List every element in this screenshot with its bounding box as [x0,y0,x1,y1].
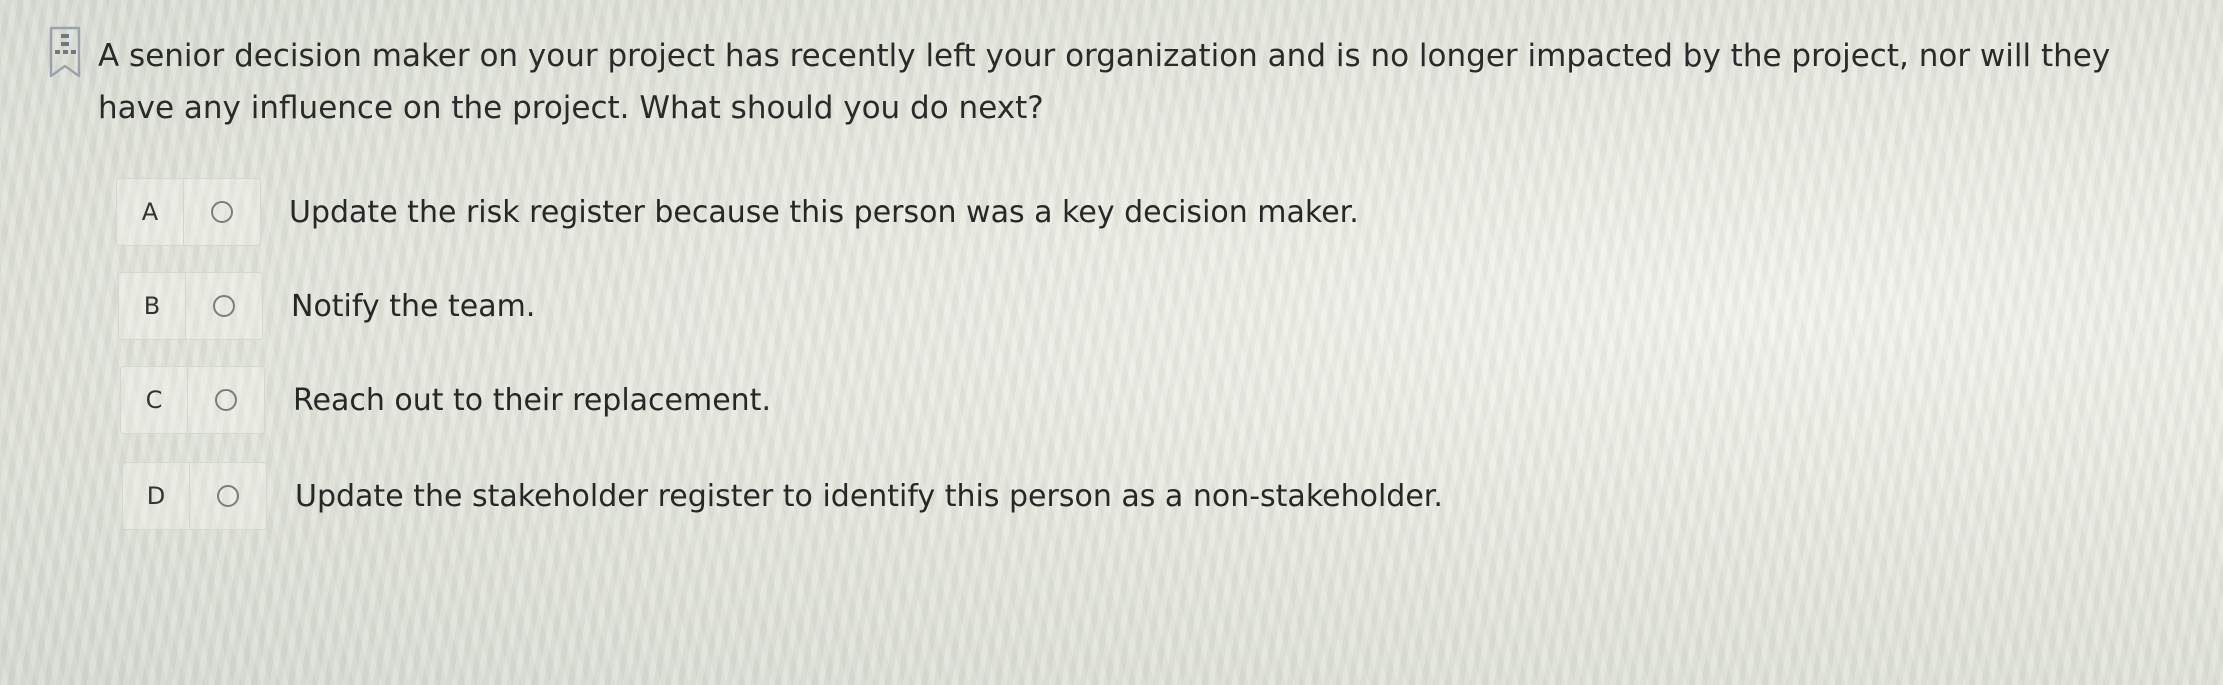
option-letter: D [123,463,190,529]
radio-button-icon [211,201,233,223]
flag-for-review-button[interactable] [45,24,85,82]
option-selector[interactable]: A [116,178,261,246]
option-selector[interactable]: D [122,462,267,530]
option-letter: C [121,367,188,433]
bookmark-flag-icon [49,26,81,78]
radio-button[interactable] [186,273,262,339]
answer-option-c[interactable]: C Reach out to their replacement. [120,366,771,434]
option-selector[interactable]: B [118,272,263,340]
radio-button-icon [213,295,235,317]
option-text[interactable]: Reach out to their replacement. [293,383,771,418]
option-letter: B [119,273,186,339]
question-text: A senior decision maker on your project … [98,38,2111,126]
radio-button[interactable] [184,179,260,245]
radio-button-icon [215,389,237,411]
radio-button[interactable] [188,367,264,433]
answer-option-d[interactable]: D Update the stakeholder register to ide… [122,462,1443,530]
radio-button[interactable] [190,463,266,529]
option-selector[interactable]: C [120,366,265,434]
option-text[interactable]: Notify the team. [291,289,535,324]
radio-button-icon [217,485,239,507]
option-text[interactable]: Update the risk register because this pe… [289,195,1359,230]
option-letter: A [117,179,184,245]
answer-option-a[interactable]: A Update the risk register because this … [116,178,1359,246]
answer-option-b[interactable]: B Notify the team. [118,272,535,340]
option-text[interactable]: Update the stakeholder register to ident… [295,479,1443,514]
